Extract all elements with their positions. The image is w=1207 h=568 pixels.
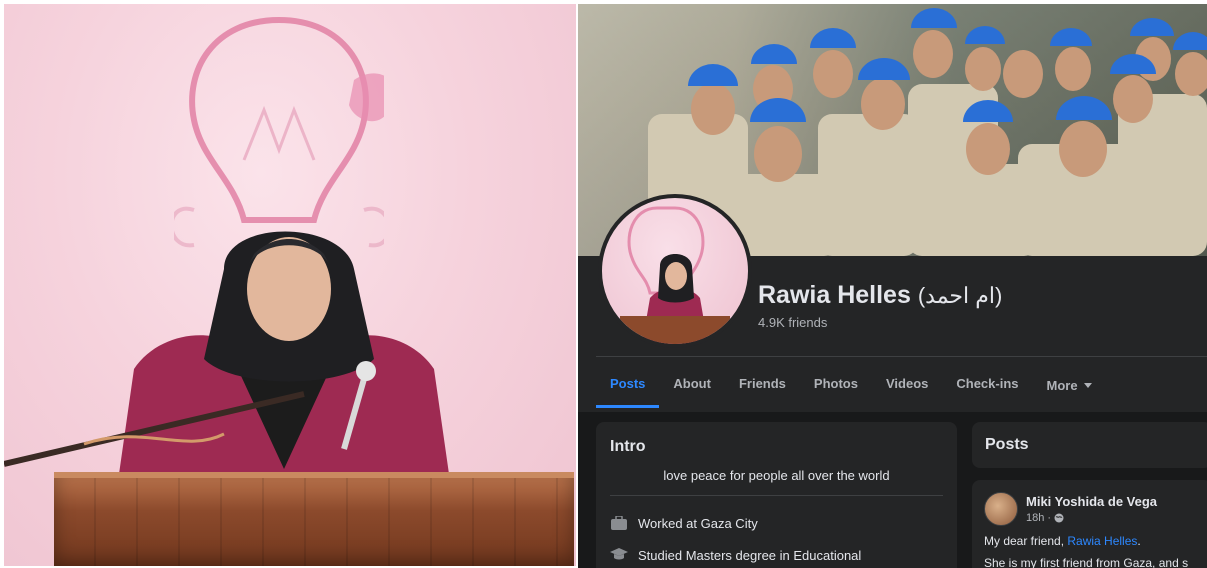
tab-posts[interactable]: Posts xyxy=(596,364,660,408)
graduation-cap-icon xyxy=(610,546,628,564)
post-text-line-2: She is my first friend from Gaza, and s xyxy=(984,556,1189,568)
tab-check-ins[interactable]: Check-ins xyxy=(942,364,1032,408)
intro-education-text[interactable]: Studied Masters degree in Educational xyxy=(638,548,861,563)
tab-more[interactable]: More xyxy=(1033,364,1106,408)
header-divider xyxy=(596,356,1207,357)
intro-title: Intro xyxy=(610,438,646,455)
briefcase-icon xyxy=(610,514,628,532)
posts-header-card: Posts xyxy=(972,422,1207,468)
post-text-suffix: . xyxy=(1137,534,1141,548)
microphone-stand xyxy=(4,391,305,467)
tab-more-label: More xyxy=(1046,378,1078,393)
intro-divider xyxy=(610,495,943,496)
speaker-photo xyxy=(4,4,576,566)
globe-icon xyxy=(1054,513,1064,523)
caret-down-icon xyxy=(1083,383,1092,389)
post-time-text[interactable]: 18h xyxy=(1026,512,1044,524)
podium xyxy=(54,472,574,566)
tab-photos[interactable]: Photos xyxy=(800,364,872,408)
friends-count[interactable]: 4.9K friends xyxy=(758,315,827,330)
tab-friends[interactable]: Friends xyxy=(725,364,800,408)
profile-tabs: Posts About Friends Photos Videos Check-… xyxy=(596,364,1106,408)
profile-name: Rawia Helles (ام احمد) xyxy=(758,281,1002,310)
intro-bio: love peace for people all over the world xyxy=(663,468,890,483)
profile-name-latin: Rawia Helles xyxy=(758,281,911,309)
intro-work-row: Worked at Gaza City xyxy=(610,514,758,532)
intro-card: Intro love peace for people all over the… xyxy=(596,422,957,568)
profile-name-arabic: (ام احمد) xyxy=(917,283,1003,308)
facebook-profile-screenshot: Rawia Helles (ام احمد) 4.9K friends Post… xyxy=(578,4,1207,568)
tab-about[interactable]: About xyxy=(659,364,725,408)
post-text-prefix: My dear friend, xyxy=(984,534,1068,548)
posts-title: Posts xyxy=(985,436,1029,453)
post-card: Miki Yoshida de Vega 18h · My dear frien… xyxy=(972,480,1207,568)
post-mention-link[interactable]: Rawia Helles xyxy=(1067,534,1137,548)
intro-work-text[interactable]: Worked at Gaza City xyxy=(638,516,758,531)
profile-avatar[interactable] xyxy=(598,194,752,348)
post-timestamp: 18h · xyxy=(1026,512,1064,524)
post-author-name[interactable]: Miki Yoshida de Vega xyxy=(1026,494,1157,509)
tab-videos[interactable]: Videos xyxy=(872,364,942,408)
post-text-line-1: My dear friend, Rawia Helles. xyxy=(984,534,1141,548)
intro-education-row: Studied Masters degree in Educational xyxy=(610,546,861,564)
post-author-avatar[interactable] xyxy=(984,492,1018,526)
